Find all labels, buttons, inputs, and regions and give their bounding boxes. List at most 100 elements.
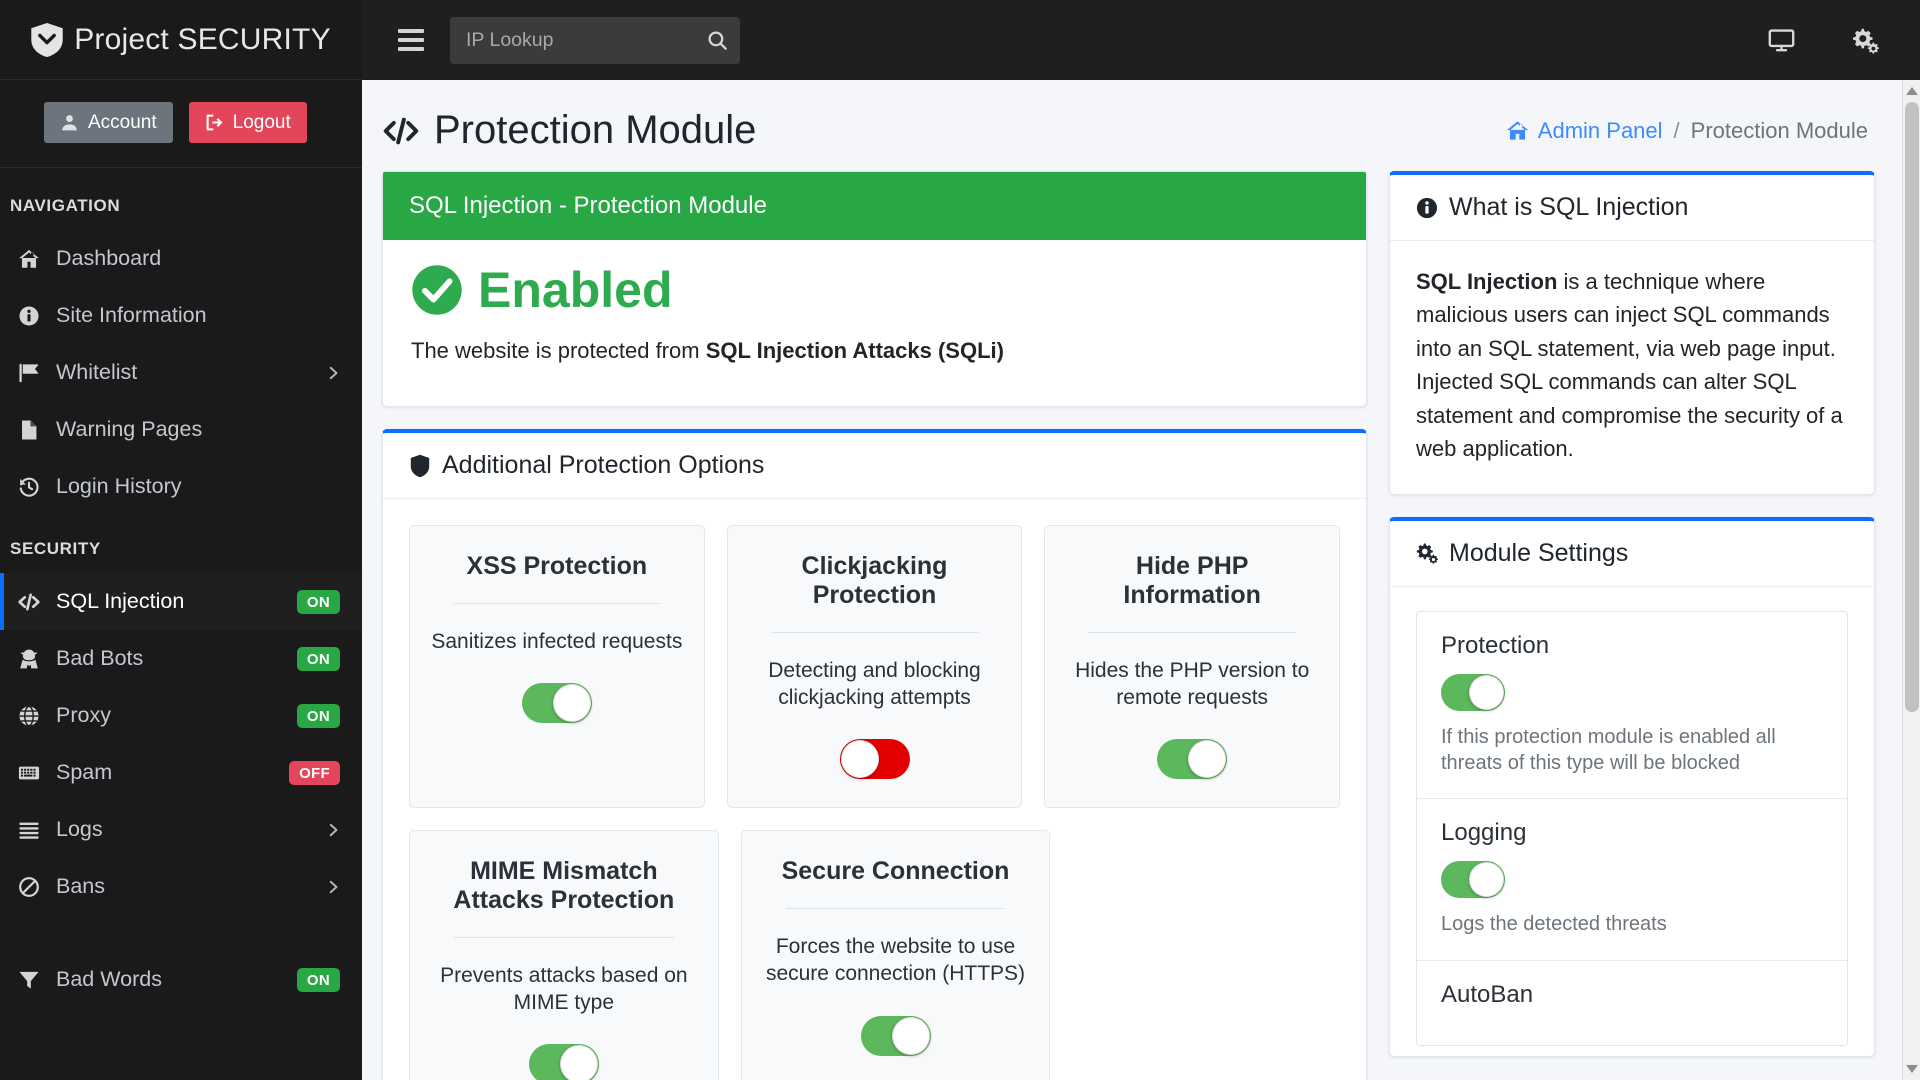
main-area: Protection Module Admin Panel / Protecti…: [362, 0, 1920, 1080]
sidebar-item-proxy[interactable]: Proxy ON: [0, 687, 362, 744]
sidebar-item-bans[interactable]: Bans: [0, 858, 362, 915]
side-column: What is SQL Injection SQL Injection is a…: [1389, 171, 1875, 1079]
home-icon: [10, 248, 48, 270]
sidebar-item-whitelist[interactable]: Whitelist: [0, 344, 362, 401]
user-actions: Account Logout: [0, 80, 362, 168]
account-button[interactable]: Account: [44, 102, 173, 143]
hamburger-icon[interactable]: [398, 24, 424, 56]
status-state-text: Enabled: [478, 262, 673, 318]
user-icon: [60, 113, 79, 132]
scroll-up-arrow-icon[interactable]: [1906, 87, 1918, 95]
sidebar-item-site-information[interactable]: Site Information: [0, 287, 362, 344]
options-row-2: MIME Mismatch Attacks Protection Prevent…: [409, 830, 1340, 1080]
sidebar-navigation: NAVIGATION Dashboard Site Information Wh…: [0, 168, 362, 1080]
topbar: [362, 0, 1920, 80]
desktop-icon: [1768, 27, 1795, 54]
scrollbar-thumb[interactable]: [1905, 102, 1919, 712]
history-icon: [10, 476, 48, 498]
sidebar-item-label: Warning Pages: [56, 417, 203, 441]
option-card-toggle-wrap: [521, 683, 592, 724]
settings-panel-header-label: Module Settings: [1449, 538, 1629, 567]
logout-button[interactable]: Logout: [188, 102, 307, 143]
sidebar-item-login-history[interactable]: Login History: [0, 458, 362, 515]
protection-setting-toggle[interactable]: [1441, 673, 1505, 711]
home-icon: [1506, 120, 1529, 141]
sidebar-item-label: Spam: [56, 760, 113, 784]
setting-label: AutoBan: [1441, 980, 1534, 1008]
shield-chevron-icon: [31, 22, 63, 57]
option-card-toggle-wrap: [1157, 739, 1228, 780]
status-badge: ON: [296, 703, 340, 728]
options-row-1: XSS Protection Sanitizes infected reques…: [409, 525, 1341, 809]
content-columns: SQL Injection - Protection Module Enable…: [362, 171, 1920, 1080]
chevron-right-icon: [326, 880, 340, 894]
main-column: SQL Injection - Protection Module Enable…: [382, 171, 1367, 1080]
settings-panel-body: Protection If this protection module is …: [1390, 587, 1874, 1056]
option-card-title: Clickjacking Protection: [801, 552, 948, 609]
search-button[interactable]: [694, 17, 740, 64]
toggle-knob: [840, 740, 879, 779]
file-icon: [10, 419, 48, 441]
mime-mismatch-toggle[interactable]: [528, 1044, 599, 1080]
sidebar-item-warning-pages[interactable]: Warning Pages: [0, 401, 362, 458]
options-panel-header-label: Additional Protection Options: [442, 451, 765, 479]
flag-icon: [10, 362, 48, 384]
content-scroll: Protection Module Admin Panel / Protecti…: [362, 80, 1920, 1080]
option-card-desc: Hides the PHP version to remote requests: [1075, 658, 1310, 709]
options-panel-header: Additional Protection Options: [383, 433, 1366, 499]
globe-icon: [10, 705, 48, 727]
desktop-icon-button[interactable]: [1752, 0, 1810, 80]
breadcrumb-admin-panel[interactable]: Admin Panel: [1506, 118, 1663, 144]
option-card-mime-mismatch-attacks-protection: MIME Mismatch Attacks Protection Prevent…: [409, 830, 719, 1080]
secure-connection-toggle[interactable]: [860, 1015, 931, 1056]
sign-out-icon: [205, 113, 224, 132]
sidebar-item-sql-injection[interactable]: SQL Injection ON: [0, 573, 362, 630]
logging-setting-toggle[interactable]: [1441, 861, 1505, 899]
cogs-icon: [1852, 27, 1879, 54]
sidebar-item-bad-bots[interactable]: Bad Bots ON: [0, 630, 362, 687]
sidebar-item-bad-words[interactable]: Bad Words ON: [0, 951, 362, 1008]
brand-logo-area[interactable]: Project SECURITY: [0, 0, 362, 80]
setting-help: If this protection module is enabled all…: [1441, 725, 1776, 775]
page-header: Protection Module Admin Panel / Protecti…: [362, 80, 1920, 171]
bars-icon: [10, 819, 48, 841]
settings-icon-button[interactable]: [1836, 0, 1894, 80]
check-circle-icon: [411, 264, 463, 316]
page-scrollbar[interactable]: [1902, 80, 1920, 1080]
divider: [770, 631, 979, 633]
setting-help: Logs the detected threats: [1441, 913, 1667, 936]
hide-php-information-toggle[interactable]: [1157, 739, 1228, 780]
keyboard-icon: [10, 762, 48, 784]
scroll-down-arrow-icon[interactable]: [1906, 1065, 1918, 1073]
settings-panel-header: Module Settings: [1390, 521, 1874, 587]
chevron-right-icon: [326, 366, 340, 380]
status-description-prefix: The website is protected from: [411, 338, 706, 363]
sidebar-item-logs[interactable]: Logs: [0, 801, 362, 858]
page-title: Protection Module: [382, 108, 756, 153]
option-card-xss-protection: XSS Protection Sanitizes infected reques…: [409, 525, 705, 809]
option-card-desc: Detecting and blocking clickjacking atte…: [768, 658, 981, 709]
toggle-knob: [1469, 674, 1504, 710]
status-description-strong: SQL Injection Attacks (SQLi): [705, 338, 1004, 363]
account-button-label: Account: [88, 112, 157, 133]
search-icon: [707, 30, 728, 51]
code-icon: [10, 591, 48, 613]
sidebar-item-spam[interactable]: Spam OFF: [0, 744, 362, 801]
setting-row-protection: Protection If this protection module is …: [1417, 612, 1847, 800]
info-circle-icon: [1416, 196, 1438, 220]
divider: [454, 936, 674, 938]
option-card-clickjacking-protection: Clickjacking Protection Detecting and bl…: [726, 525, 1023, 809]
sidebar-item-label: Bad Bots: [56, 646, 144, 670]
sidebar-item-label: Bad Words: [56, 967, 162, 991]
grid-filler: [1072, 830, 1340, 1080]
page-title-text: Protection Module: [434, 108, 757, 152]
sidebar-item-dashboard[interactable]: Dashboard: [0, 230, 362, 287]
logout-button-label: Logout: [232, 112, 291, 133]
options-panel-body: XSS Protection Sanitizes infected reques…: [383, 499, 1366, 1080]
xss-protection-toggle[interactable]: [521, 683, 592, 724]
clickjacking-protection-toggle[interactable]: [839, 739, 910, 780]
sidebar-item-label: Dashboard: [56, 246, 162, 270]
ban-icon: [10, 876, 48, 898]
content-area: Protection Module Admin Panel / Protecti…: [362, 80, 1920, 1080]
user-secret-icon: [10, 648, 48, 670]
